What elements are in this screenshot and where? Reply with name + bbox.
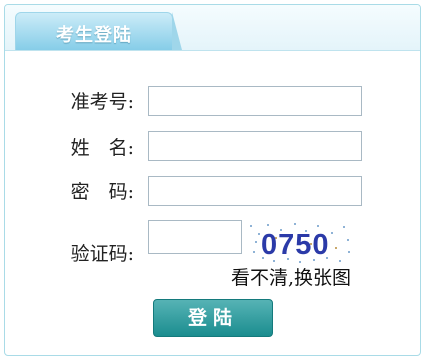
refresh-captcha-link[interactable]: 看不清,换张图 xyxy=(231,263,351,290)
panel-title: 考生登陆 xyxy=(56,25,132,46)
name-input[interactable] xyxy=(148,131,362,161)
captcha-input[interactable] xyxy=(148,220,242,254)
login-button[interactable]: 登陆 xyxy=(153,299,273,337)
captcha-code: 0750 xyxy=(261,229,330,261)
password-label: 密 码: xyxy=(70,181,134,203)
password-input[interactable] xyxy=(148,176,362,206)
header-tab: 考生登陆 xyxy=(15,12,182,50)
captcha-label: 验证码: xyxy=(70,243,134,265)
ticket-number-label: 准考号: xyxy=(70,91,134,113)
ticket-number-input[interactable] xyxy=(148,86,362,116)
name-label: 姓 名: xyxy=(70,137,134,159)
captcha-image[interactable]: 0750 xyxy=(247,221,353,263)
